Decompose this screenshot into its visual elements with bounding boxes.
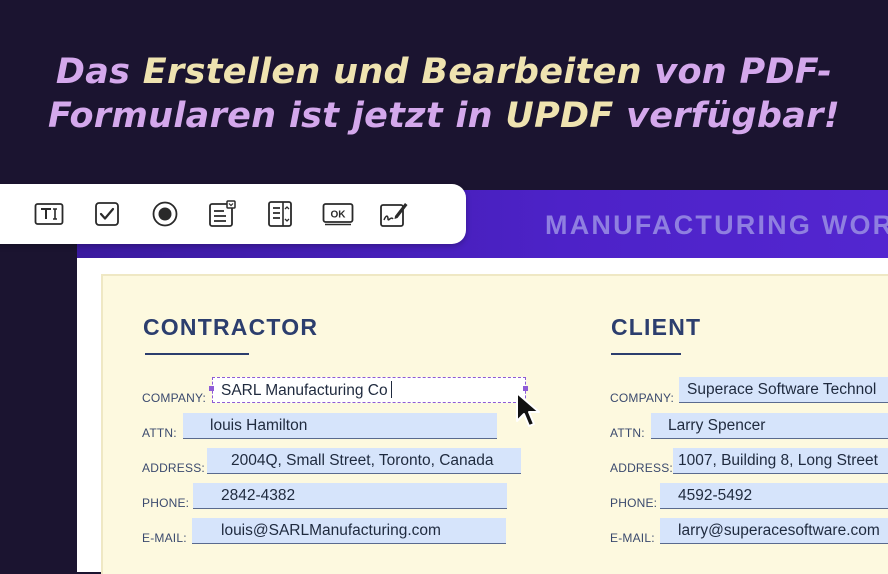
- contractor-address-field[interactable]: 2004Q, Small Street, Toronto, Canada: [207, 448, 521, 474]
- client-email-label: E-MAIL:: [610, 531, 655, 545]
- text-field-icon: [34, 203, 64, 225]
- headline-text: Das: [55, 52, 143, 92]
- contractor-company-field[interactable]: SARL Manufacturing Co: [212, 377, 526, 403]
- contractor-address-label: ADDRESS:: [142, 461, 205, 475]
- headline-text: ist jetzt in: [276, 96, 506, 136]
- contractor-attn-label: ATTN:: [142, 426, 177, 440]
- signature-icon: [380, 203, 408, 227]
- checkbox-icon: [95, 202, 119, 226]
- button-tool[interactable]: OK: [322, 200, 354, 228]
- radio-button-tool[interactable]: [150, 200, 180, 228]
- client-company-label: COMPANY:: [610, 391, 675, 405]
- contractor-company-value: SARL Manufacturing Co: [221, 382, 388, 399]
- document-title: MANUFACTURING WOR: [545, 210, 888, 240]
- contractor-email-field[interactable]: louis@SARLManufacturing.com: [192, 518, 506, 544]
- button-icon: OK: [322, 203, 354, 226]
- form-panel: CONTRACTOR COMPANY: SARL Manufacturing C…: [101, 274, 888, 574]
- contractor-phone-label: PHONE:: [142, 496, 190, 510]
- client-address-field[interactable]: 1007, Building 8, Long Street: [673, 448, 888, 474]
- headline-text: verfügbar!: [613, 96, 841, 136]
- text-caret: [390, 381, 392, 398]
- headline-highlight: UPDF: [505, 96, 614, 136]
- list-box-tool[interactable]: [265, 200, 295, 228]
- client-underline: [611, 353, 681, 355]
- list-box-icon: [268, 201, 292, 227]
- client-phone-field[interactable]: 4592-5492: [660, 483, 888, 509]
- form-tools-toolbar: OK: [0, 184, 466, 244]
- button-icon-label: OK: [331, 210, 347, 221]
- contractor-title: CONTRACTOR: [143, 314, 319, 340]
- dropdown-tool[interactable]: [207, 200, 237, 228]
- client-email-field[interactable]: larry@superacesoftware.com: [660, 518, 888, 544]
- client-address-label: ADDRESS:: [610, 461, 673, 475]
- pdf-document: MANUFACTURING WOR CONTRACTOR COMPANY: SA…: [77, 190, 888, 574]
- signature-tool[interactable]: [379, 200, 409, 228]
- client-phone-label: PHONE:: [610, 496, 658, 510]
- contractor-attn-field[interactable]: louis Hamilton: [183, 413, 497, 439]
- radio-button-icon: [152, 201, 178, 227]
- client-attn-field[interactable]: Larry Spencer: [651, 413, 888, 439]
- checkbox-tool[interactable]: [92, 200, 122, 228]
- client-company-field[interactable]: Superace Software Technol: [679, 377, 888, 403]
- headline-line-2: Formularen ist jetzt in UPDF verfügbar!: [0, 94, 888, 138]
- headline-text: von PDF-: [641, 52, 833, 92]
- mouse-pointer-icon: [516, 392, 540, 427]
- contractor-company-label: COMPANY:: [142, 391, 207, 405]
- headline-line-1: Das Erstellen und Bearbeiten von PDF-: [0, 50, 888, 94]
- contractor-phone-field[interactable]: 2842-4382: [193, 483, 507, 509]
- promo-headline: Das Erstellen und Bearbeiten von PDF- Fo…: [0, 50, 888, 138]
- headline-highlight: Erstellen und Bearbeiten: [142, 52, 642, 92]
- text-field-tool[interactable]: [34, 200, 64, 228]
- headline-text: Formularen: [47, 96, 277, 136]
- client-title: CLIENT: [611, 314, 702, 340]
- dropdown-icon: [209, 200, 236, 227]
- contractor-underline: [145, 353, 249, 355]
- contractor-email-label: E-MAIL:: [142, 531, 187, 545]
- resize-handle-left[interactable]: [209, 386, 214, 391]
- client-attn-label: ATTN:: [610, 426, 645, 440]
